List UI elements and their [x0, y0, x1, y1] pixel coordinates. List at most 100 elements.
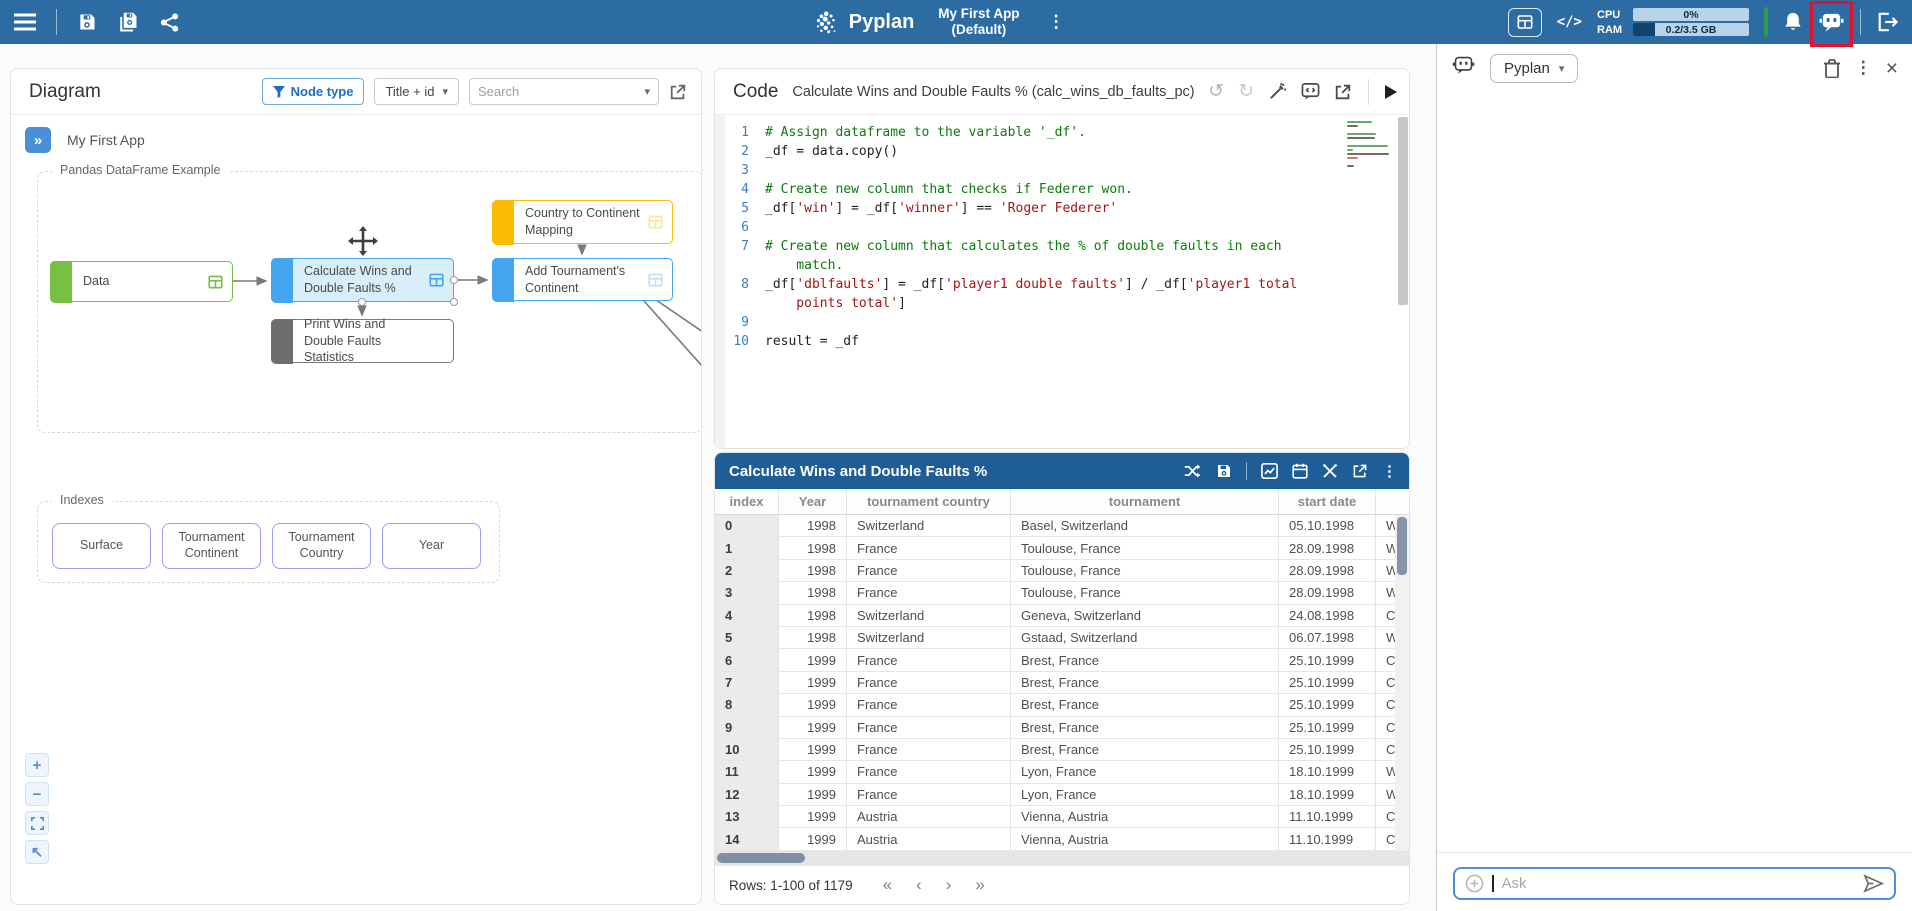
table-cell[interactable]: Gstaad, Switzerland — [1011, 627, 1279, 648]
table-cell[interactable]: Toulouse, France — [1011, 560, 1279, 581]
zoom-in-button[interactable]: + — [25, 753, 49, 777]
table-cell[interactable]: 0 — [715, 515, 779, 536]
table-cell[interactable]: 2 — [715, 560, 779, 581]
table-cell[interactable]: 5 — [715, 627, 779, 648]
column-header[interactable]: start date — [1279, 489, 1376, 514]
prev-page-button[interactable]: ‹ — [916, 875, 922, 895]
table-cell[interactable]: 18.10.1999 — [1279, 761, 1376, 782]
table-cell[interactable]: W — [1376, 761, 1397, 782]
table-cell[interactable]: 1999 — [779, 739, 847, 760]
open-external-icon[interactable] — [1334, 83, 1352, 101]
table-cell[interactable]: C — [1376, 828, 1397, 849]
display-mode-dropdown[interactable]: Title + id ▾ — [374, 78, 459, 105]
table-cell[interactable]: Basel, Switzerland — [1011, 515, 1279, 536]
zoom-out-button[interactable]: − — [25, 782, 49, 806]
shuffle-pivot-icon[interactable] — [1184, 463, 1202, 479]
table-cell[interactable]: Brest, France — [1011, 694, 1279, 715]
run-code-button[interactable] — [1385, 85, 1397, 99]
table-cell[interactable]: 3 — [715, 582, 779, 603]
first-page-button[interactable]: « — [883, 875, 892, 895]
table-cell[interactable]: 6 — [715, 649, 779, 670]
table-cell[interactable]: 1999 — [779, 784, 847, 805]
table-cell[interactable]: Switzerland — [847, 627, 1011, 648]
column-header[interactable]: tournament — [1011, 489, 1279, 514]
table-cell[interactable]: Austria — [847, 806, 1011, 827]
table-cell[interactable]: 06.07.1998 — [1279, 627, 1376, 648]
selection-handle[interactable] — [450, 298, 458, 306]
table-cell[interactable]: 1998 — [779, 582, 847, 603]
selection-handle[interactable] — [358, 298, 366, 306]
code-editor[interactable]: 1# Assign dataframe to the variable '_df… — [715, 115, 1409, 448]
table-cell[interactable]: Lyon, France — [1011, 784, 1279, 805]
table-row[interactable]: 121999FranceLyon, France18.10.1999W — [715, 784, 1409, 806]
table-cell[interactable]: 1999 — [779, 761, 847, 782]
index-node[interactable]: Tournament Country — [272, 523, 371, 569]
assistant-menu-kebab-icon[interactable]: ⋮ — [1855, 58, 1872, 78]
table-cell[interactable]: 25.10.1999 — [1279, 694, 1376, 715]
table-row[interactable]: 31998FranceToulouse, France28.09.1998W — [715, 582, 1409, 604]
table-row[interactable]: 21998FranceToulouse, France28.09.1998W — [715, 560, 1409, 582]
table-cell[interactable]: 4 — [715, 605, 779, 626]
table-cell[interactable]: 1999 — [779, 717, 847, 738]
table-row[interactable]: 131999AustriaVienna, Austria11.10.1999C — [715, 806, 1409, 828]
trash-icon[interactable] — [1823, 58, 1841, 78]
table-row[interactable]: 71999FranceBrest, France25.10.1999C — [715, 672, 1409, 694]
table-cell[interactable]: France — [847, 537, 1011, 558]
table-cell[interactable]: C — [1376, 649, 1397, 670]
scrollbar-thumb[interactable] — [717, 853, 805, 863]
index-node[interactable]: Tournament Continent — [162, 523, 261, 569]
table-cell[interactable]: 25.10.1999 — [1279, 672, 1376, 693]
diagram-canvas[interactable]: Pandas DataFrame Example Indexes Surface… — [11, 69, 701, 904]
diagram-node-print-stats[interactable]: Print Wins and Double FaultsStatistics — [271, 319, 454, 363]
table-cell[interactable]: C — [1376, 717, 1397, 738]
table-cell[interactable]: 1998 — [779, 515, 847, 536]
table-cell[interactable]: 1998 — [779, 605, 847, 626]
table-cell[interactable]: Switzerland — [847, 605, 1011, 626]
table-cell[interactable]: France — [847, 784, 1011, 805]
fit-view-button[interactable] — [25, 811, 49, 835]
table-cell[interactable]: C — [1376, 806, 1397, 827]
table-row[interactable]: 91999FranceBrest, France25.10.1999C — [715, 717, 1409, 739]
next-page-button[interactable]: › — [946, 875, 952, 895]
table-cell[interactable]: 12 — [715, 784, 779, 805]
diagram-node-country-mapping[interactable]: Country to ContinentMapping — [492, 200, 673, 244]
table-cell[interactable]: 7 — [715, 672, 779, 693]
table-cell[interactable]: Toulouse, France — [1011, 537, 1279, 558]
table-cell[interactable]: France — [847, 560, 1011, 581]
table-row[interactable]: 101999FranceBrest, France25.10.1999C — [715, 739, 1409, 761]
table-cell[interactable]: France — [847, 717, 1011, 738]
ask-input[interactable] — [1502, 875, 1856, 892]
table-cell[interactable]: Brest, France — [1011, 649, 1279, 670]
table-cell[interactable]: C — [1376, 739, 1397, 760]
calendar-icon[interactable] — [1292, 463, 1308, 479]
share-icon[interactable] — [159, 12, 180, 33]
table-cell[interactable]: Geneva, Switzerland — [1011, 605, 1279, 626]
undo-icon[interactable]: ↺ — [1208, 80, 1224, 103]
open-external-icon[interactable] — [1352, 463, 1368, 479]
horizontal-scrollbar[interactable] — [715, 851, 1409, 865]
table-cell[interactable]: 05.10.1998 — [1279, 515, 1376, 536]
table-cell[interactable]: 1999 — [779, 672, 847, 693]
table-cell[interactable]: Vienna, Austria — [1011, 828, 1279, 849]
save-result-icon[interactable] — [1216, 463, 1232, 479]
table-cell[interactable]: 1998 — [779, 627, 847, 648]
diagram-node-add-continent[interactable]: Add Tournament'sContinent — [492, 258, 673, 301]
save-icon[interactable] — [77, 12, 97, 32]
table-cell[interactable]: W — [1376, 627, 1397, 648]
table-cell[interactable]: France — [847, 672, 1011, 693]
table-cell[interactable]: 1999 — [779, 694, 847, 715]
table-row[interactable]: 111999FranceLyon, France18.10.1999W — [715, 761, 1409, 783]
model-selector-dropdown[interactable]: Pyplan ▾ — [1490, 54, 1578, 83]
table-cell[interactable]: 1999 — [779, 828, 847, 849]
ai-assist-wand-icon[interactable] — [1268, 82, 1287, 101]
expand-breadcrumb-button[interactable]: » — [25, 127, 51, 153]
reset-view-button[interactable]: ↖ — [25, 840, 49, 864]
code-view-toggle[interactable]: </> — [1557, 14, 1582, 30]
close-icon[interactable]: × — [1886, 58, 1898, 79]
table-cell[interactable]: C — [1376, 605, 1397, 626]
index-node[interactable]: Surface — [52, 523, 151, 569]
table-row[interactable]: 81999FranceBrest, France25.10.1999C — [715, 694, 1409, 716]
open-external-icon[interactable] — [669, 83, 687, 101]
table-cell[interactable]: 24.08.1998 — [1279, 605, 1376, 626]
table-row[interactable]: 11998FranceToulouse, France28.09.1998W — [715, 537, 1409, 559]
